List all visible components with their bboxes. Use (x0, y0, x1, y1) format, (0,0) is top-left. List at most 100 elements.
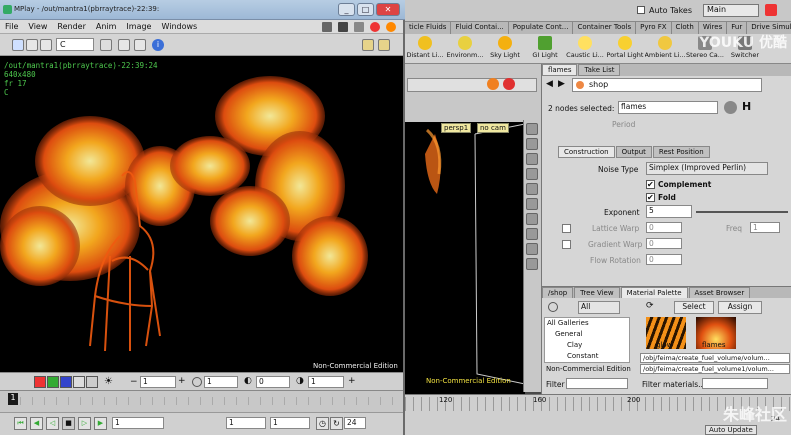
close-button[interactable]: ✕ (376, 3, 400, 16)
frame-marker[interactable]: 1 (8, 393, 18, 405)
shelf-tab[interactable]: Pyro FX (636, 22, 672, 34)
tree-item-clay[interactable]: Clay (547, 340, 629, 351)
snapshot-icon[interactable] (354, 22, 364, 32)
info-icon[interactable]: i (152, 39, 164, 51)
start-frame-field[interactable]: 1 (226, 417, 266, 429)
tree-item-all-galleries[interactable]: All Galleries (547, 318, 629, 329)
tab-shop[interactable]: /shop (542, 287, 574, 298)
menu-image[interactable]: Image (121, 22, 156, 31)
channel-option-button[interactable] (100, 39, 112, 51)
decrement-button[interactable]: − (130, 377, 138, 387)
gradient-warp-field[interactable]: 0 (646, 238, 682, 249)
list-mode-button[interactable] (26, 39, 38, 51)
tab-material-palette[interactable]: Material Palette (620, 287, 688, 298)
quad-layout-button[interactable] (378, 39, 390, 51)
red-channel-button[interactable] (34, 376, 46, 388)
black-point-icon[interactable]: ◐ (244, 376, 252, 386)
view-mode-button[interactable] (12, 39, 24, 51)
white-point-field[interactable]: 1 (308, 376, 344, 388)
complement-checkbox[interactable]: ✔ (646, 180, 655, 189)
increment-button[interactable]: + (178, 376, 186, 386)
filter-field[interactable] (566, 378, 628, 389)
close-icon[interactable] (765, 4, 777, 16)
view-tool-button[interactable] (526, 258, 538, 270)
view-tool-button[interactable] (526, 123, 538, 135)
alpha-channel-button[interactable] (73, 376, 85, 388)
black-point-field[interactable]: 0 (256, 376, 290, 388)
shelf-tool-portal-light[interactable]: Portal Light (605, 34, 645, 63)
help-icon[interactable]: H (742, 100, 751, 113)
back-arrow-icon[interactable]: ◀ (546, 80, 556, 90)
lattice-warp-field[interactable]: 0 (646, 222, 682, 233)
channel-select[interactable]: C (56, 38, 94, 51)
view-tool-button[interactable] (526, 228, 538, 240)
brightness-icon[interactable]: ☀ (104, 376, 116, 388)
select-button[interactable]: Select (674, 301, 714, 314)
tab-tree-view[interactable]: Tree View (574, 287, 620, 298)
blue-channel-button[interactable] (60, 376, 72, 388)
search-icon[interactable] (548, 302, 558, 312)
green-channel-button[interactable] (47, 376, 59, 388)
noise-type-select[interactable]: Simplex (Improved Perlin) (646, 162, 768, 175)
maximize-button[interactable]: □ (357, 3, 374, 16)
realtime-icon[interactable]: ◷ (316, 417, 329, 430)
first-frame-button[interactable]: ⏮ (14, 417, 27, 430)
view-tool-button[interactable] (526, 168, 538, 180)
material-path[interactable]: /obj/feima/create_fuel_volume1/volum... (640, 364, 790, 374)
mplay-timeline[interactable]: 1 (0, 390, 403, 412)
refresh-icon[interactable]: ⟳ (646, 302, 656, 312)
shelf-tab[interactable]: Populate Cont... (509, 22, 574, 34)
gallery-filter-select[interactable]: All (578, 301, 620, 314)
auto-takes-checkbox[interactable] (637, 6, 645, 14)
color-correct-button[interactable] (118, 39, 130, 51)
window-layout-icon[interactable] (322, 22, 332, 32)
current-frame-field[interactable]: 1 (112, 417, 164, 429)
view-tool-button[interactable] (526, 138, 538, 150)
flow-rotation-field[interactable]: 0 (646, 254, 682, 265)
stop-button[interactable]: ■ (62, 417, 75, 430)
play-reverse-button[interactable]: ◁ (46, 417, 59, 430)
exposure-field[interactable]: 1 (140, 376, 176, 388)
increment-button[interactable]: + (348, 376, 356, 386)
menu-file[interactable]: File (0, 22, 23, 31)
luminance-button[interactable] (86, 376, 98, 388)
minimize-button[interactable]: _ (338, 3, 355, 16)
camera-menu[interactable]: no cam (477, 123, 509, 133)
tab-construction[interactable]: Construction (558, 146, 615, 158)
single-view-button[interactable] (40, 39, 52, 51)
stop-icon[interactable] (503, 78, 515, 90)
end-frame-field[interactable]: 1 (270, 417, 310, 429)
shelf-tool-environment[interactable]: Environm... (445, 34, 485, 63)
viewport-path-bar[interactable] (407, 78, 537, 92)
shelf-tab[interactable]: Fluid Contai... (451, 22, 509, 34)
view-tool-button[interactable] (526, 153, 538, 165)
view-tool-button[interactable] (526, 183, 538, 195)
tab-rest-position[interactable]: Rest Position (652, 146, 710, 158)
tab-asset-browser[interactable]: Asset Browser (688, 287, 751, 298)
tab-flames[interactable]: flames (542, 64, 578, 76)
tab-take-list[interactable]: Take List (578, 64, 621, 76)
menu-anim[interactable]: Anim (91, 22, 122, 31)
view-tool-button[interactable] (526, 213, 538, 225)
play-button[interactable]: ▷ (78, 417, 91, 430)
shelf-tool-ambient-light[interactable]: Ambient Li... (645, 34, 685, 63)
menu-render[interactable]: Render (52, 22, 90, 31)
fps-field[interactable]: 24 (344, 417, 366, 429)
render-view[interactable] (0, 56, 403, 372)
shelf-tab[interactable]: Container Tools (573, 22, 637, 34)
render-view-icon[interactable] (338, 22, 348, 32)
shelf-tool-caustic-light[interactable]: Caustic Li... (565, 34, 605, 63)
grid-layout-button[interactable] (362, 39, 374, 51)
shelf-tool-sky-light[interactable]: Sky Light (485, 34, 525, 63)
freq-field[interactable]: 1 (750, 222, 780, 233)
gamma-field[interactable]: 1 (204, 376, 238, 388)
timeline-ticks[interactable] (20, 397, 398, 405)
auto-update-button[interactable]: Auto Update (705, 425, 757, 435)
tree-item-general[interactable]: General (547, 329, 629, 340)
prev-frame-button[interactable]: ◀ (30, 417, 43, 430)
next-frame-button[interactable]: ▶ (94, 417, 107, 430)
loop-icon[interactable]: ↻ (330, 417, 343, 430)
gamma-button[interactable] (134, 39, 146, 51)
tree-item-constant[interactable]: Constant (547, 351, 629, 362)
shelf-tool-distant-light[interactable]: Distant Li... (405, 34, 445, 63)
